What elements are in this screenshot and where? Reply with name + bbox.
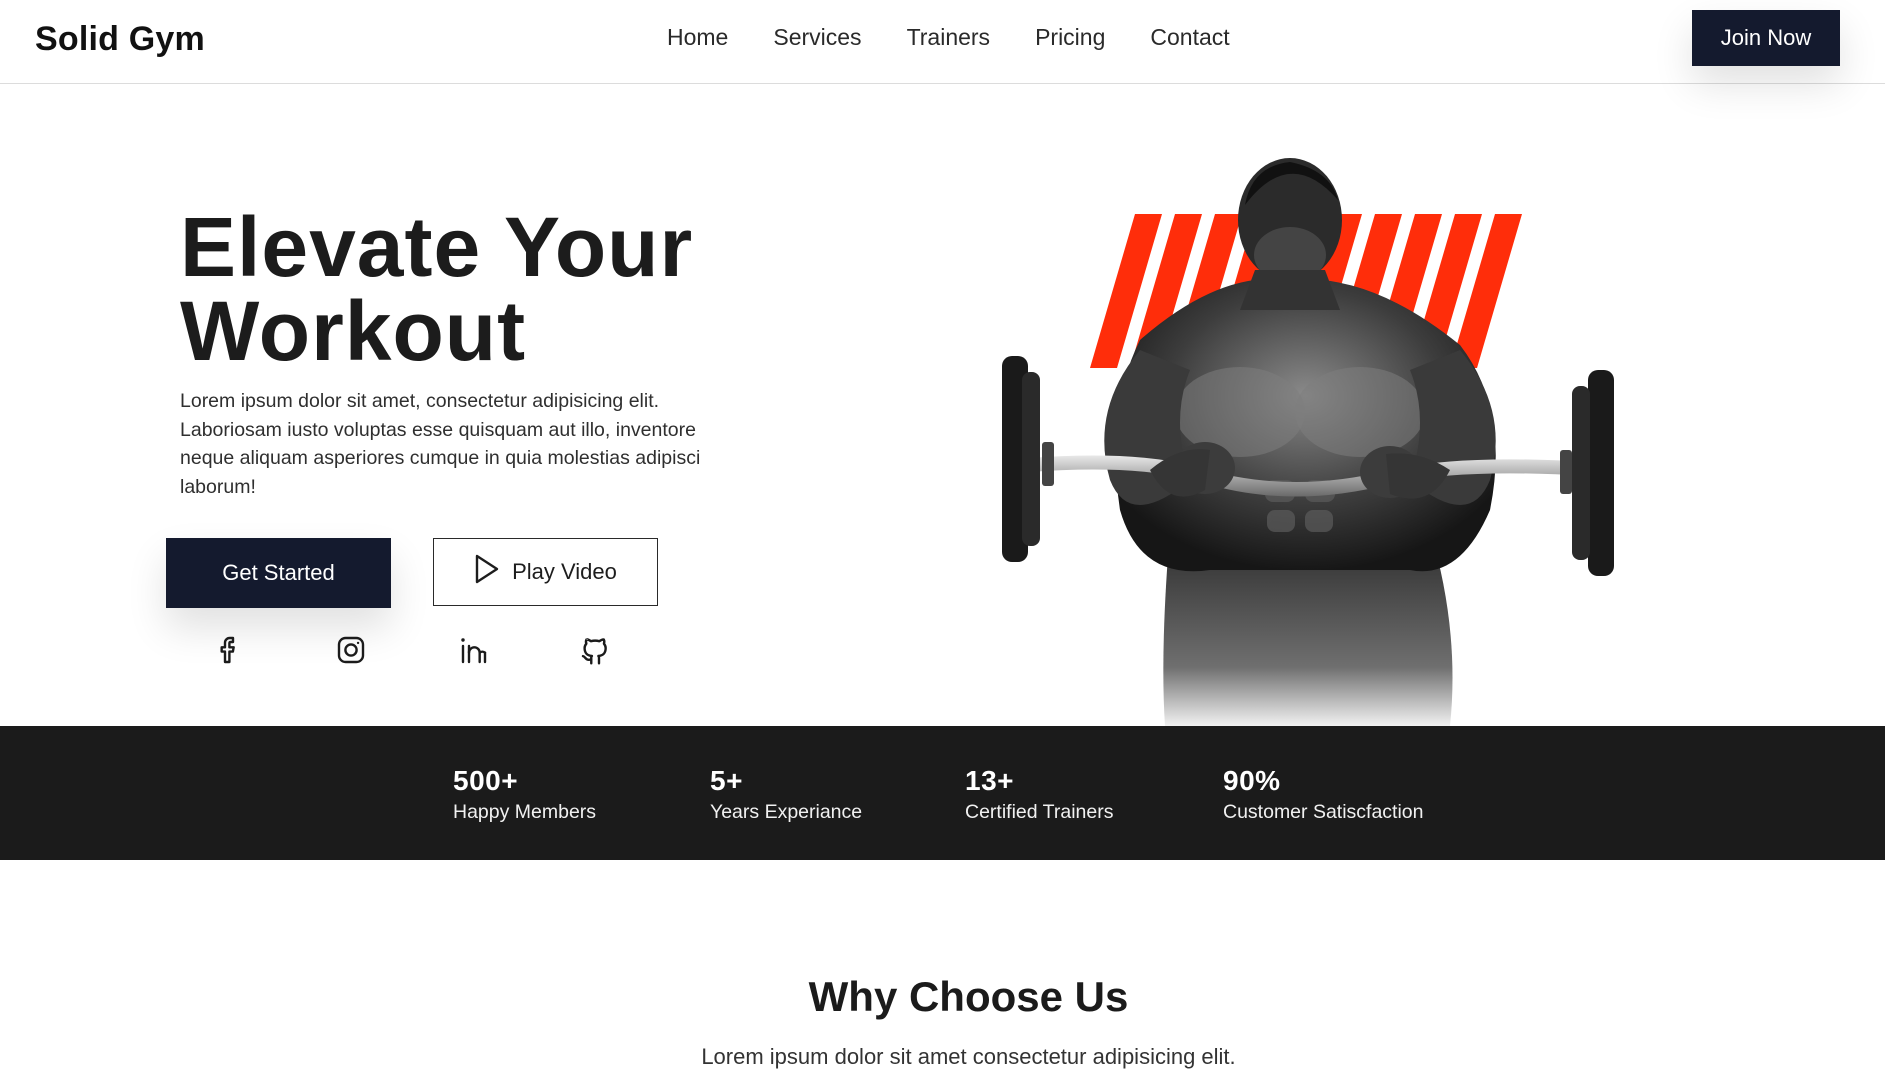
nav-link-trainers[interactable]: Trainers: [907, 24, 991, 51]
site-logo[interactable]: Solid Gym: [35, 20, 205, 59]
stat-label: Happy Members: [453, 801, 597, 823]
get-started-button[interactable]: Get Started: [166, 538, 391, 608]
stat-value: 500+: [453, 765, 519, 796]
stat-value: 90%: [1223, 765, 1281, 796]
stat-satisfaction: 90% Customer Satiscfaction: [1223, 764, 1424, 826]
stat-trainers: 13+ Certified Trainers: [965, 764, 1113, 826]
instagram-icon[interactable]: [334, 633, 368, 667]
site-header: Solid Gym Home Services Trainers Pricing…: [0, 0, 1885, 84]
stat-label: Years Experiance: [710, 801, 863, 823]
hero-athlete-image: [990, 150, 1640, 726]
hero-title-line1: Elevate Your: [180, 200, 694, 294]
nav-link-contact[interactable]: Contact: [1150, 24, 1229, 51]
why-choose-us-title: Why Choose Us: [808, 973, 1129, 1020]
stat-label: Certified Trainers: [965, 801, 1114, 823]
hero-title: Elevate Your Workout: [180, 205, 740, 373]
nav-link-home[interactable]: Home: [667, 24, 728, 51]
stat-years: 5+ Years Experiance: [710, 764, 862, 826]
why-choose-us-text: Lorem ipsum dolor sit amet consectetur a…: [701, 1044, 1236, 1069]
main-nav: Home Services Trainers Pricing Contact: [667, 24, 1275, 51]
facebook-icon[interactable]: [212, 633, 246, 667]
stat-label: Customer Satiscfaction: [1223, 801, 1424, 823]
stats-band: 500+ Happy Members 5+ Years Experiance 1…: [0, 726, 1885, 860]
play-icon: [474, 554, 500, 590]
hero-title-line2: Workout: [180, 284, 527, 378]
nav-link-services[interactable]: Services: [773, 24, 861, 51]
join-now-button[interactable]: Join Now: [1692, 10, 1840, 66]
play-video-label: Play Video: [512, 559, 617, 584]
github-icon[interactable]: [578, 633, 612, 667]
nav-link-pricing[interactable]: Pricing: [1035, 24, 1105, 51]
stat-value: 13+: [965, 765, 1014, 796]
linkedin-icon[interactable]: [456, 633, 490, 667]
play-video-button[interactable]: Play Video: [433, 538, 658, 606]
social-links: [212, 633, 700, 667]
hero-description: Lorem ipsum dolor sit amet, consectetur …: [180, 390, 701, 498]
stat-members: 500+ Happy Members: [453, 764, 596, 826]
stat-value: 5+: [710, 765, 743, 796]
